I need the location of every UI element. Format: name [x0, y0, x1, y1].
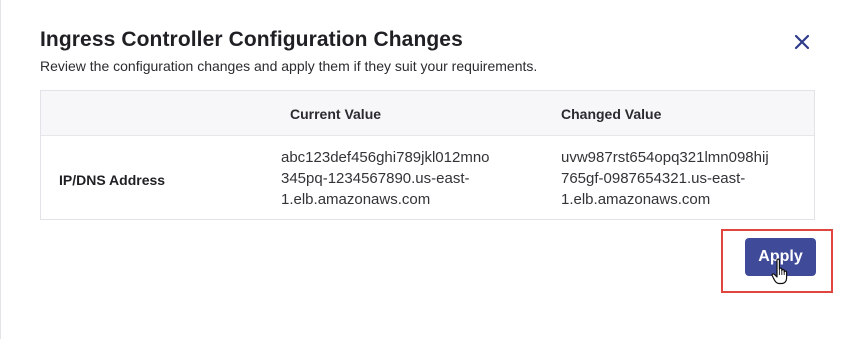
dialog-title: Ingress Controller Configuration Changes [40, 28, 463, 51]
dialog: Ingress Controller Configuration Changes… [0, 0, 862, 339]
close-icon [794, 34, 810, 50]
changed-value-cell: uvw987rst654opq321lmn098hij 765gf-098765… [561, 149, 769, 208]
column-header-changed-value: Changed Value [561, 106, 662, 122]
apply-button[interactable]: Apply [745, 238, 816, 276]
row-label-ip-dns-address: IP/DNS Address [59, 172, 166, 188]
column-header-current-value: Current Value [290, 106, 382, 122]
current-value-cell: abc123def456ghi789jkl012mno 345pq-123456… [281, 149, 490, 208]
dialog-left-border [0, 0, 1, 339]
dialog-subtitle: Review the configuration changes and app… [40, 58, 538, 74]
table-header: Current Value Changed Value [41, 91, 814, 136]
changes-table: Current Value Changed Value IP/DNS Addre… [40, 90, 815, 220]
close-button[interactable] [790, 30, 814, 54]
